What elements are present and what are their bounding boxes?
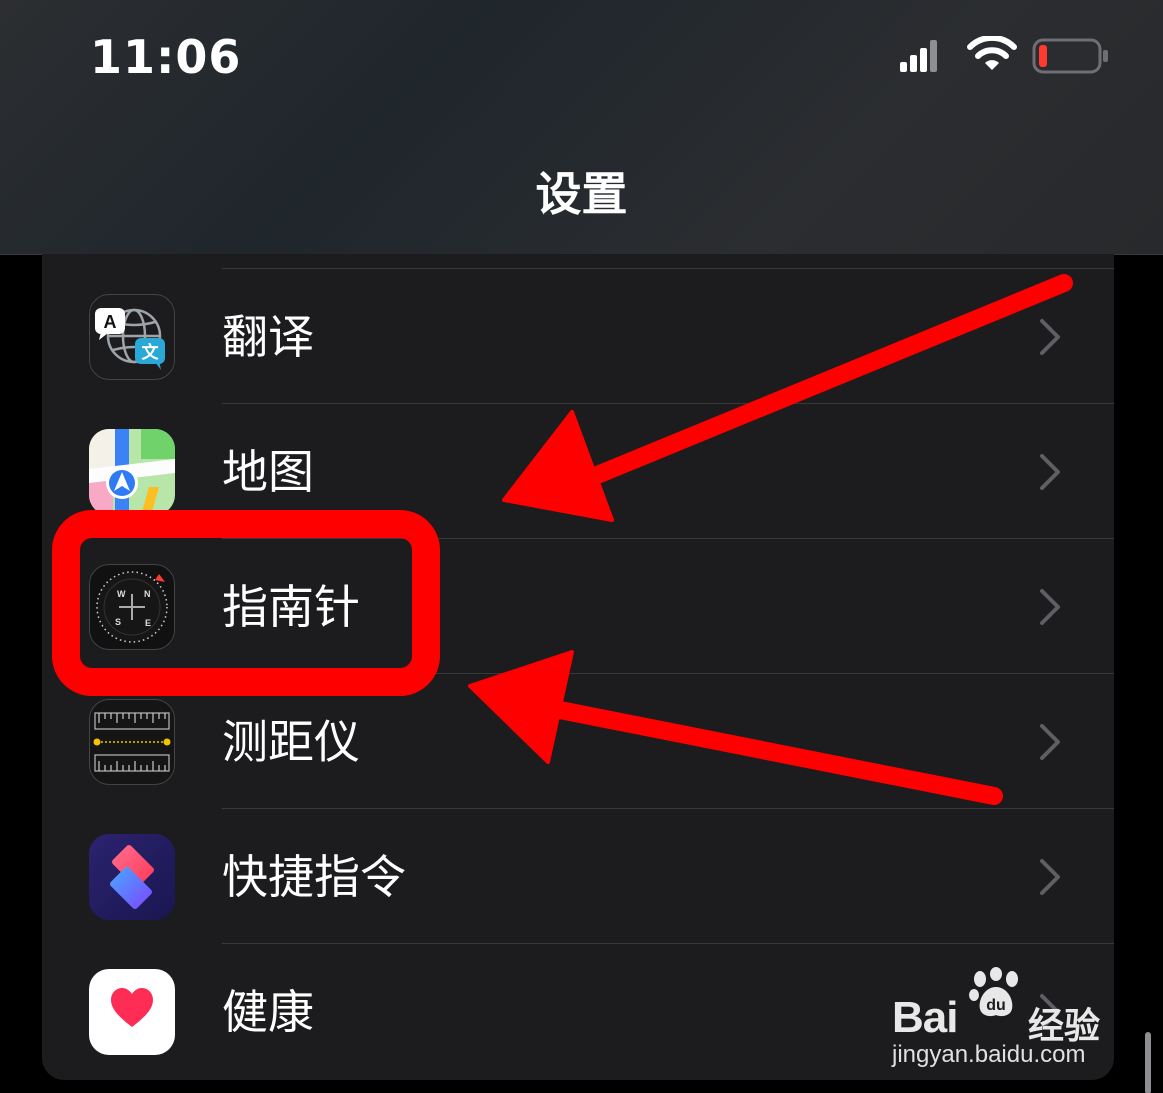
health-app-icon — [89, 969, 175, 1055]
navigation-header: 11:06 设置 — [0, 0, 1163, 255]
translate-app-icon: A 文 — [89, 294, 175, 380]
settings-group: A 文 翻译 地图 W N S E 指南针 测距仪 快捷指令 健康 — [42, 254, 1114, 1080]
svg-text:du: du — [986, 997, 1006, 1014]
battery-low-icon — [1032, 38, 1108, 74]
wifi-icon — [967, 36, 1017, 70]
baidu-watermark: du Bai 经验 jingyan.baidu.com — [888, 965, 1108, 1075]
watermark-brand: Bai — [892, 993, 958, 1042]
chevron-right-icon — [1040, 319, 1060, 355]
scroll-indicator[interactable] — [1145, 1032, 1151, 1093]
compass-app-icon: W N S E — [89, 564, 175, 650]
shortcuts-app-icon — [89, 834, 175, 920]
settings-row-translate[interactable]: A 文 翻译 — [42, 269, 1114, 404]
compass-letter-n: N — [144, 589, 151, 599]
settings-screen: 11:06 设置 A 文 翻译 地图 W N S E 指南针 测距仪 快捷指令 … — [0, 0, 1163, 1093]
compass-letter-e: E — [145, 618, 151, 628]
settings-row-maps[interactable]: 地图 — [42, 404, 1114, 539]
status-time: 11:06 — [90, 30, 242, 84]
measure-app-icon — [89, 699, 175, 785]
chevron-right-icon — [1040, 859, 1060, 895]
chevron-right-icon — [1040, 589, 1060, 625]
settings-row-label: 测距仪 — [222, 715, 360, 769]
chevron-right-icon — [1040, 454, 1060, 490]
watermark-url: jingyan.baidu.com — [892, 1041, 1086, 1068]
cellular-signal-icon — [900, 40, 937, 72]
translate-letter-a: A — [104, 312, 117, 332]
settings-row-shortcuts[interactable]: 快捷指令 — [42, 809, 1114, 944]
settings-row-label: 健康 — [222, 985, 314, 1039]
page-title: 设置 — [535, 167, 628, 221]
chevron-right-icon — [1040, 724, 1060, 760]
translate-letter-wen: 文 — [142, 342, 160, 363]
settings-row-label: 地图 — [222, 445, 314, 499]
compass-letter-w: W — [117, 589, 126, 599]
settings-row-measure[interactable]: 测距仪 — [42, 674, 1114, 809]
maps-app-icon — [89, 429, 175, 515]
settings-row-compass[interactable]: W N S E 指南针 — [42, 539, 1114, 674]
compass-letter-s: S — [115, 617, 121, 627]
settings-row-label: 指南针 — [222, 580, 360, 634]
settings-row-label: 快捷指令 — [222, 850, 406, 904]
paw-icon: du — [969, 967, 1018, 1017]
settings-row-label: 翻译 — [222, 310, 314, 364]
